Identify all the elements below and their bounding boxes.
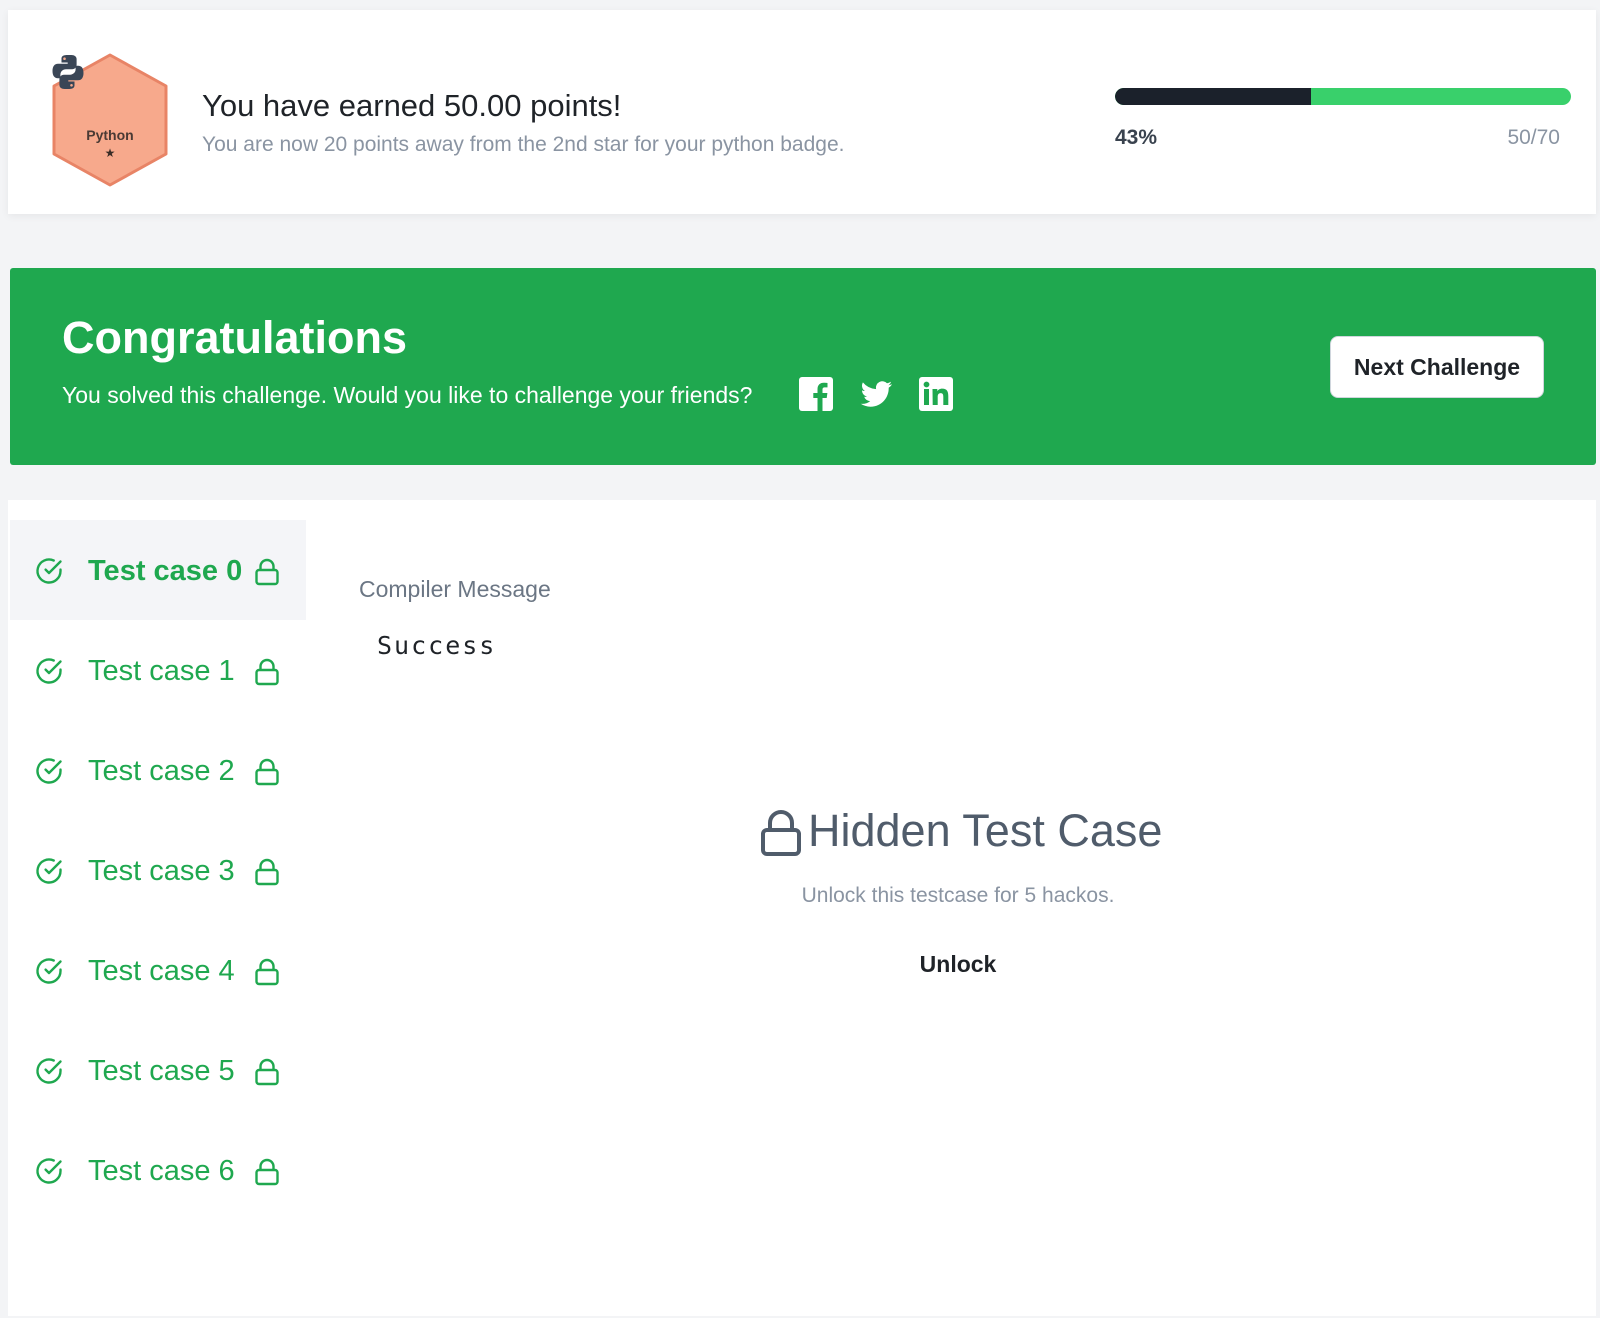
congratulations-title: Congratulations — [62, 312, 407, 363]
facebook-icon[interactable] — [798, 376, 834, 412]
unlock-button[interactable]: Unlock — [888, 942, 1028, 986]
lock-icon — [255, 958, 279, 986]
lock-icon — [255, 858, 279, 886]
points-earned-subtitle: You are now 20 points away from the 2nd … — [202, 133, 845, 156]
badge-progress-fill — [1115, 88, 1312, 105]
check-circle-icon — [36, 1158, 62, 1184]
compiler-message-value: Success — [377, 631, 497, 660]
lock-icon — [255, 1158, 279, 1186]
progress-percent: 43% — [1115, 126, 1158, 149]
compiler-message-label: Compiler Message — [359, 576, 551, 602]
hidden-test-case-subtitle: Unlock this testcase for 5 hackos. — [801, 884, 1115, 907]
test-case-label: Test case 4 — [88, 955, 235, 987]
hidden-test-case-title: Hidden Test Case — [808, 805, 1163, 856]
lock-icon — [255, 758, 279, 786]
python-logo-icon — [52, 55, 84, 89]
check-circle-icon — [36, 558, 62, 584]
page: Python ★ You have earned 50.00 points! Y… — [0, 0, 1600, 1318]
test-case-label: Test case 6 — [88, 1155, 235, 1187]
test-case-item[interactable]: Test case 5 — [10, 1020, 306, 1120]
python-badge: Python ★ — [48, 52, 172, 188]
badge-name: Python — [86, 127, 134, 143]
congratulations-subtitle: You solved this challenge. Would you lik… — [62, 382, 753, 408]
points-earned-title: You have earned 50.00 points! — [202, 88, 622, 123]
check-circle-icon — [36, 958, 62, 984]
test-case-item[interactable]: Test case 6 — [10, 1120, 306, 1220]
next-challenge-button[interactable]: Next Challenge — [1330, 336, 1544, 398]
congratulations-banner: Congratulations You solved this challeng… — [10, 268, 1596, 465]
twitter-icon[interactable] — [858, 376, 894, 412]
lock-icon — [255, 658, 279, 686]
test-case-item[interactable]: Test case 4 — [10, 920, 306, 1020]
linkedin-icon[interactable] — [918, 376, 954, 412]
test-case-label: Test case 5 — [88, 1055, 235, 1087]
lock-icon — [255, 558, 279, 586]
test-results-panel: Test case 0 Test case 1 Test case 2 Test ca… — [8, 500, 1596, 1316]
test-case-label: Test case 0 — [88, 555, 243, 587]
test-case-item[interactable]: Test case 0 — [10, 520, 306, 620]
test-case-item[interactable]: Test case 2 — [10, 720, 306, 820]
points-card: Python ★ You have earned 50.00 points! Y… — [8, 10, 1596, 214]
lock-icon — [761, 810, 801, 856]
progress-count: 50/70 — [1507, 126, 1560, 149]
check-circle-icon — [36, 858, 62, 884]
lock-icon — [255, 1058, 279, 1086]
badge-star-rating: ★ — [104, 146, 116, 160]
check-circle-icon — [36, 1058, 62, 1084]
badge-progress-bar — [1115, 88, 1571, 105]
check-circle-icon — [36, 758, 62, 784]
test-case-label: Test case 1 — [88, 655, 235, 687]
test-case-label: Test case 2 — [88, 755, 235, 787]
test-case-item[interactable]: Test case 1 — [10, 620, 306, 720]
check-circle-icon — [36, 658, 62, 684]
